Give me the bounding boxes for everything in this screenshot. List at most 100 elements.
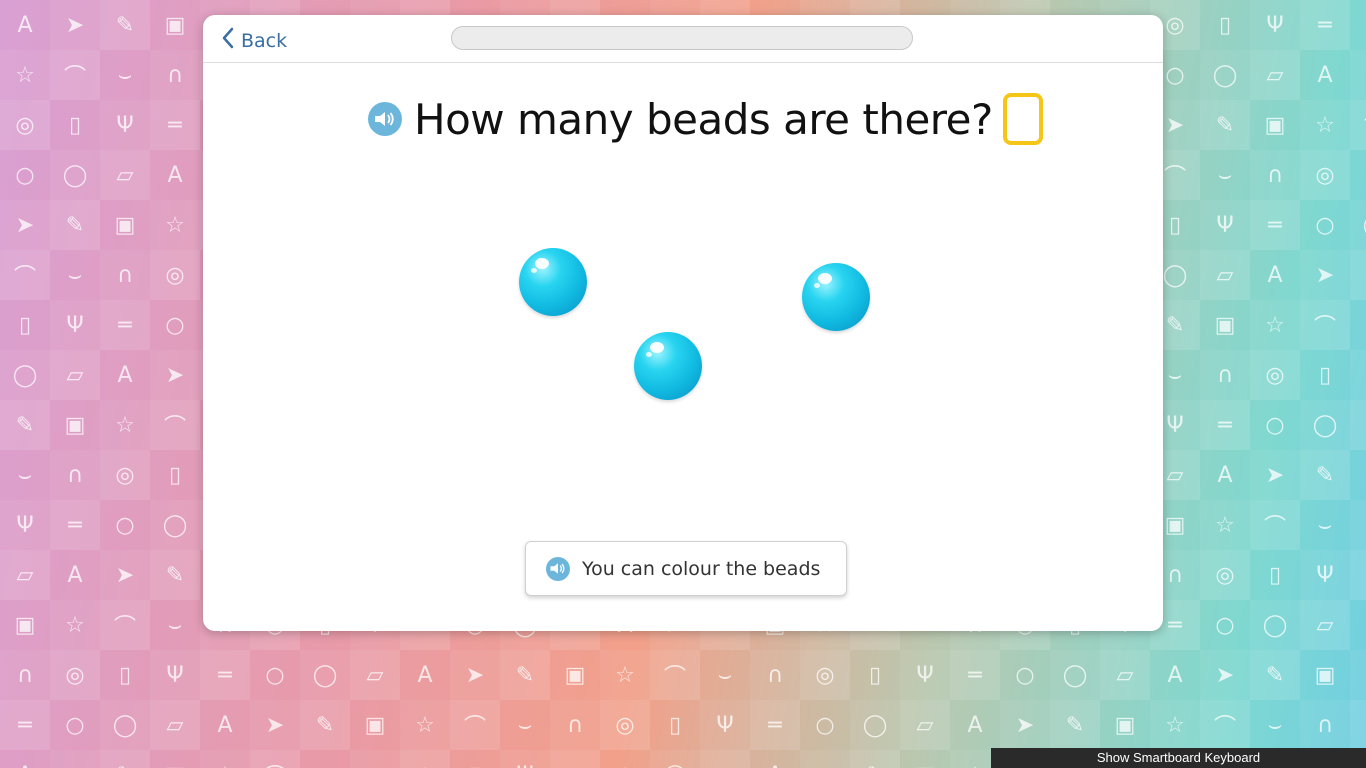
apple-icon: ○ (115, 512, 135, 538)
letter-a-icon: A (750, 750, 800, 768)
book-icon: ▱ (900, 700, 950, 750)
globe-icon: ◎ (1300, 150, 1350, 200)
bead-highlight (650, 342, 664, 353)
star-icon: ☆ (1300, 100, 1350, 150)
exercise-card: Back How many beads are there? You can c… (203, 15, 1163, 631)
pencil-icon: ✎ (300, 700, 350, 750)
speaker-icon[interactable] (368, 102, 402, 136)
globe-icon: ◎ (1350, 700, 1366, 750)
apple-icon: ○ (600, 750, 650, 768)
apple-icon: ○ (265, 662, 285, 688)
show-smartboard-keyboard-button[interactable]: Show Smartboard Keyboard (991, 748, 1366, 768)
slingshot-icon: Ψ (150, 650, 200, 700)
globe-icon: ◎ (1250, 350, 1300, 400)
circle-icon: ◯ (650, 750, 700, 768)
briefcase-icon: ▣ (64, 412, 86, 438)
speaker-icon[interactable] (546, 556, 570, 581)
card-header: Back (203, 15, 1163, 63)
pencil-icon: ✎ (500, 650, 550, 700)
globe-icon: ◎ (1200, 550, 1250, 600)
pencil-icon: ✎ (1200, 100, 1250, 150)
apple-icon: ○ (15, 162, 35, 188)
star-icon: ☆ (200, 750, 250, 768)
star-icon: ☆ (50, 600, 100, 650)
briefcase-icon: ▣ (150, 750, 200, 768)
circle-icon: ◯ (0, 350, 50, 400)
slingshot-icon: Ψ (500, 750, 550, 768)
wifi-icon: ⌣ (517, 712, 533, 738)
headphones-icon: ∩ (1200, 350, 1250, 400)
sneaker-icon: ⌒ (1350, 100, 1366, 150)
colour-beads-hint-button[interactable]: You can colour the beads (525, 541, 847, 596)
bead-highlight (646, 352, 652, 357)
slingshot-icon: Ψ (1350, 350, 1366, 400)
back-button[interactable]: Back (221, 27, 287, 54)
skateboard-icon: ═ (200, 650, 250, 700)
ipod-icon: ▯ (118, 662, 132, 688)
back-label: Back (241, 29, 288, 52)
letter-a-icon: A (17, 12, 33, 38)
circle-icon: ◯ (1350, 200, 1366, 250)
wifi-icon: ⌣ (1350, 300, 1366, 350)
book-icon: ▱ (350, 650, 400, 700)
globe-icon: ◎ (150, 250, 200, 300)
answer-input[interactable] (1002, 93, 1043, 145)
apple-icon: ○ (1215, 612, 1235, 638)
wifi-icon: ⌣ (300, 750, 350, 768)
letter-a-icon: A (1267, 262, 1283, 288)
briefcase-icon: ▣ (1264, 112, 1286, 138)
star-icon: ☆ (400, 700, 450, 750)
bead[interactable] (802, 263, 870, 331)
sneaker-icon: ⌒ (1300, 300, 1350, 350)
headphones-icon: ∩ (150, 50, 200, 100)
bead-highlight (818, 273, 832, 284)
paper-plane-icon: ➤ (250, 700, 300, 750)
skateboard-icon: ═ (1300, 0, 1350, 50)
ipod-icon: ▯ (450, 750, 500, 768)
apple-icon: ○ (165, 312, 185, 338)
circle-icon: ◯ (1200, 50, 1250, 100)
letter-a-icon: A (117, 362, 133, 388)
bead-highlight (814, 283, 820, 288)
sneaker-icon: ⌒ (100, 600, 150, 650)
question-row: How many beads are there? (368, 93, 1043, 145)
pencil-icon: ✎ (1250, 650, 1300, 700)
skateboard-icon: ═ (1250, 200, 1300, 250)
letter-a-icon: A (417, 662, 433, 688)
bead[interactable] (634, 332, 702, 400)
briefcase-icon: ▣ (164, 12, 186, 38)
letter-a-icon: A (967, 712, 983, 738)
sneaker-icon: ⌒ (650, 650, 700, 700)
briefcase-icon: ▣ (1350, 450, 1366, 500)
skateboard-icon: ═ (100, 300, 150, 350)
apple-icon: ○ (1315, 212, 1335, 238)
ipod-icon: ▯ (1318, 362, 1332, 388)
paper-plane-icon: ➤ (150, 350, 200, 400)
pencil-icon: ✎ (150, 550, 200, 600)
bead[interactable] (519, 248, 587, 316)
star-icon: ☆ (1250, 300, 1300, 350)
circle-icon: ◯ (300, 650, 350, 700)
pencil-icon: ✎ (0, 400, 50, 450)
slingshot-icon: Ψ (50, 300, 100, 350)
slingshot-icon: Ψ (700, 700, 750, 750)
book-icon: ▱ (50, 350, 100, 400)
globe-icon: ◎ (600, 700, 650, 750)
star-icon: ☆ (1350, 650, 1366, 700)
book-icon: ▱ (1300, 600, 1350, 650)
question-text: How many beads are there? (414, 94, 993, 144)
skateboard-icon: ═ (1350, 550, 1366, 600)
book-icon: ▱ (1100, 650, 1150, 700)
circle-icon: ◯ (1250, 600, 1300, 650)
slingshot-icon: Ψ (900, 650, 950, 700)
chevron-left-icon (221, 27, 235, 54)
sneaker-icon: ⌒ (450, 700, 500, 750)
paper-plane-icon: ➤ (450, 650, 500, 700)
wifi-icon: ⌣ (117, 62, 133, 88)
letter-a-icon: A (1167, 662, 1183, 688)
ipod-icon: ▯ (1268, 562, 1282, 588)
briefcase-icon: ▣ (1114, 712, 1136, 738)
paper-plane-icon: ➤ (1250, 450, 1300, 500)
paper-plane-icon: ➤ (50, 750, 100, 768)
globe-icon: ◎ (0, 100, 50, 150)
